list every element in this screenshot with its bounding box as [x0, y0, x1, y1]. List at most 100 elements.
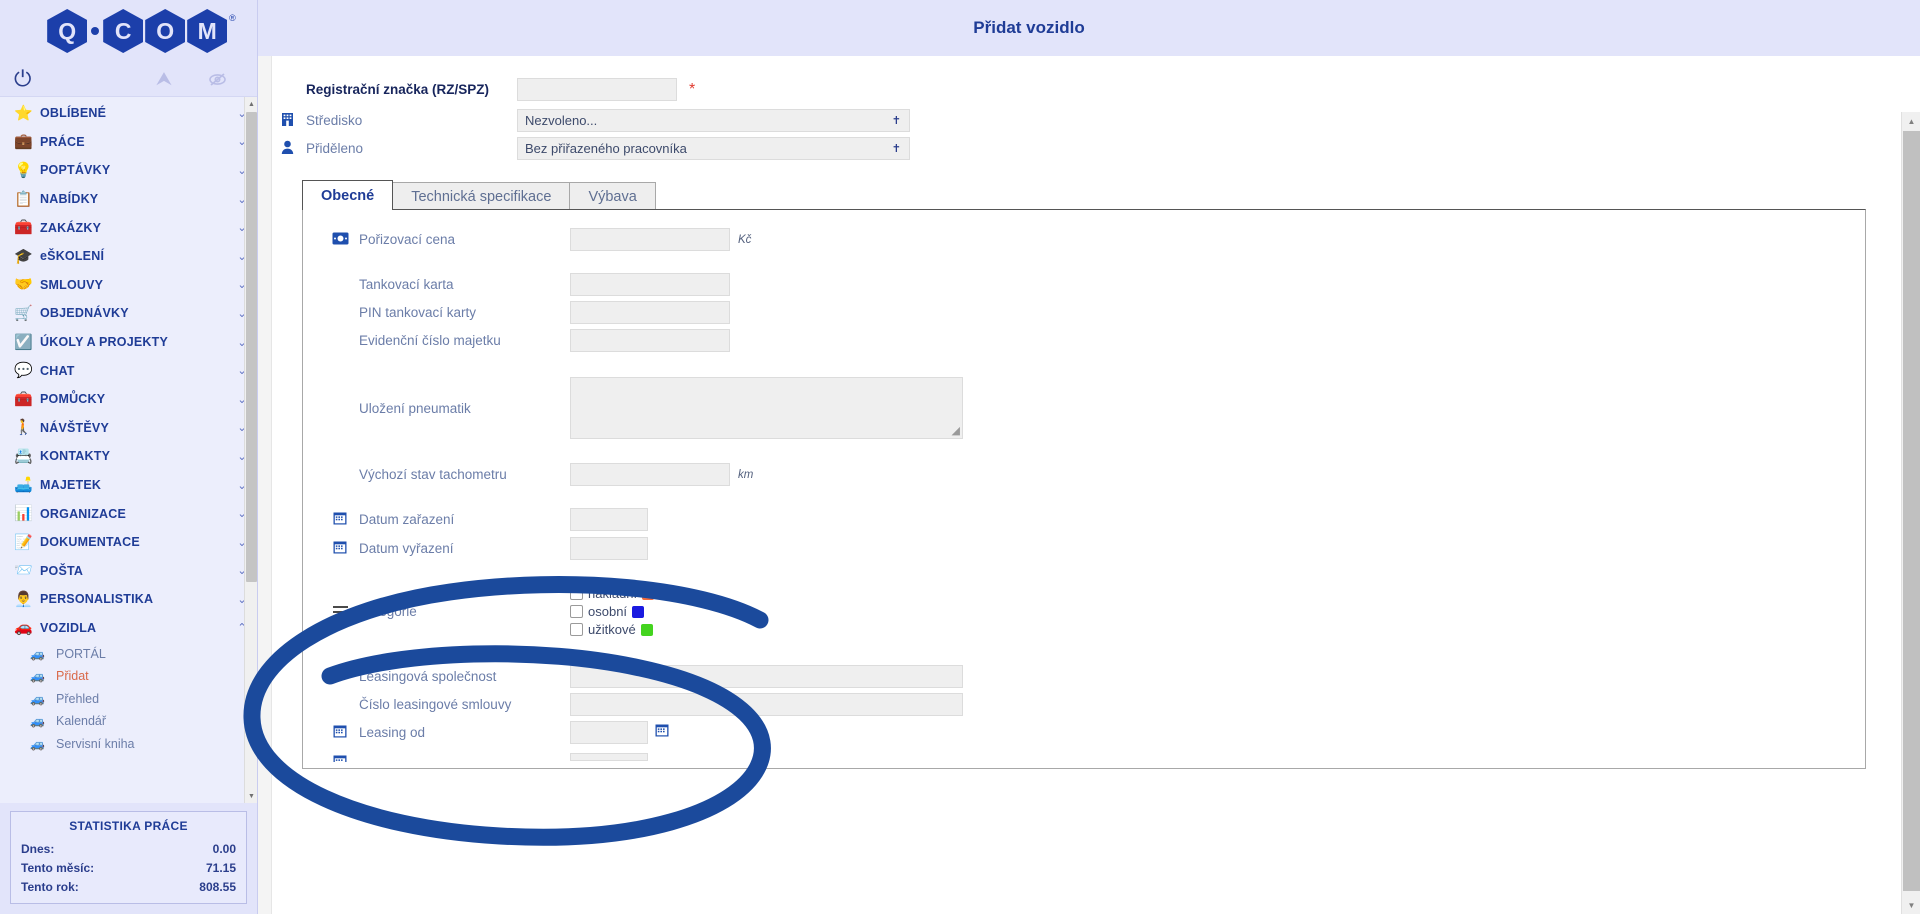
sidebar-subitem-label: Přidat — [56, 669, 89, 684]
sidebar-item-label: OBJEDNÁVKY — [40, 306, 129, 321]
registered-mark: ® — [229, 13, 236, 23]
sidebar-item--koly-a-projekty[interactable]: ☑️ ÚKOLY A PROJEKTY ⌄ — [0, 328, 257, 357]
page-scroll-thumb[interactable] — [1903, 131, 1920, 891]
sidebar-item-vozidla[interactable]: 🚗 VOZIDLA ⌃ — [0, 614, 257, 643]
kategorie-option-label: nákladní — [588, 586, 638, 601]
scroll-up-icon[interactable]: ▲ — [1902, 112, 1920, 130]
sidebar-item-smlouvy[interactable]: 🤝 SMLOUVY ⌄ — [0, 271, 257, 300]
sidebar-subitem-p-idat[interactable]: 🚙 Přidat — [0, 665, 257, 688]
sidebar-item-label: DOKUMENTACE — [40, 535, 140, 550]
sidebar-item-n-v-t-vy[interactable]: 🚶 NÁVŠTĚVY ⌄ — [0, 414, 257, 443]
kategorie-color-swatch — [640, 623, 653, 636]
tab-label: Obecné — [321, 187, 375, 204]
registration-input[interactable] — [517, 78, 677, 101]
resize-grip-icon[interactable]: ◢ — [952, 424, 960, 437]
person-icon — [272, 140, 302, 158]
field-row-leasing-od: Leasing od — [325, 721, 1865, 744]
field-row-pin-tankovaci: PIN tankovací karty — [325, 301, 1865, 324]
evidencni-cislo-input[interactable] — [570, 329, 730, 352]
sidebar-scroll-down-icon[interactable]: ▼ — [245, 789, 257, 803]
tab-technick-specifikace[interactable]: Technická specifikace — [392, 182, 571, 210]
tachometr-label: Výchozí stav tachometru — [359, 467, 507, 482]
app-logo[interactable]: Q C O M ® — [0, 0, 257, 62]
double-chevron-up-icon[interactable]: ⮝ — [138, 70, 190, 89]
sidebar-item-kontakty[interactable]: 📇 KONTAKTY ⌄ — [0, 442, 257, 471]
armchair-icon: 🛋️ — [14, 476, 33, 494]
tachometr-input[interactable] — [570, 463, 730, 486]
sidebar-item-dokumentace[interactable]: 📝 DOKUMENTACE ⌄ — [0, 528, 257, 557]
sidebar-item-label: NABÍDKY — [40, 192, 99, 207]
sidebar-item-organizace[interactable]: 📊 ORGANIZACE ⌄ — [0, 499, 257, 528]
power-icon[interactable]: ⏻ — [14, 68, 31, 90]
field-row-prideleno: Přiděleno Bez přiřazeného pracovníka ✝ — [272, 137, 1901, 160]
clipboard-icon: 📋 — [14, 190, 33, 208]
sidebar-item-obl-ben-[interactable]: ⭐ OBLÍBENÉ ⌄ — [0, 99, 257, 128]
car-icon: 🚗 — [14, 619, 33, 637]
sidebar-subitem-servisn-kniha[interactable]: 🚙 Servisní kniha — [0, 733, 257, 756]
datum-zarazeni-input[interactable] — [570, 508, 648, 531]
kategorie-checkbox-užitkové[interactable] — [570, 623, 583, 636]
datum-vyrazeni-label: Datum vyřazení — [359, 541, 454, 556]
page-scrollbar[interactable]: ▲ ▼ — [1901, 112, 1920, 914]
sidebar-item-chat[interactable]: 💬 CHAT ⌄ — [0, 356, 257, 385]
cislo-leasing-input[interactable] — [570, 693, 963, 716]
briefcase-icon: 💼 — [14, 133, 33, 151]
eye-slash-icon[interactable] — [190, 70, 245, 89]
sidebar-scrollbar[interactable]: ▲ ▼ — [244, 97, 257, 803]
sidebar-item-pr-ce[interactable]: 💼 PRÁCE ⌄ — [0, 128, 257, 157]
sidebar-subitem-port-l[interactable]: 🚙 PORTÁL — [0, 642, 257, 665]
kategorie-checkbox-osobní[interactable] — [570, 605, 583, 618]
sidebar-scroll-thumb[interactable] — [246, 112, 257, 582]
calendar-picker-icon[interactable] — [648, 723, 669, 742]
field-row-registration: Registrační značka (RZ/SPZ) * — [272, 78, 1901, 101]
field-row-porizovaci-cena: Pořizovací cena Kč — [325, 228, 1865, 251]
sidebar-menu-list: ⭐ OBLÍBENÉ ⌄ 💼 PRÁCE ⌄ 💡 POPTÁVKY ⌄ 📋 NABÍDKY ⌄ 🧰 ZAK… — [0, 97, 257, 755]
sidebar-item-pom-cky[interactable]: 🧰 POMŮCKY ⌄ — [0, 385, 257, 414]
pin-tankovaci-input[interactable] — [570, 301, 730, 324]
checkbox-task-icon: ☑️ — [14, 333, 33, 351]
sidebar-item-nab-dky[interactable]: 📋 NABÍDKY ⌄ — [0, 185, 257, 214]
main-area: Přidat vozidlo Registrační značka (RZ/SP… — [258, 0, 1920, 914]
ulozeni-pneumatik-textarea[interactable]: ◢ — [570, 377, 963, 439]
porizovaci-cena-input[interactable] — [570, 228, 730, 251]
sidebar-scroll-up-icon[interactable]: ▲ — [245, 97, 257, 111]
statistics-label: Tento měsíc: — [21, 860, 95, 875]
sidebar-item-objedn-vky[interactable]: 🛒 OBJEDNÁVKY ⌄ — [0, 299, 257, 328]
sidebar-menu-scroll[interactable]: ⭐ OBLÍBENÉ ⌄ 💼 PRÁCE ⌄ 💡 POPTÁVKY ⌄ 📋 NABÍDKY ⌄ 🧰 ZAK… — [0, 96, 257, 803]
sidebar-item-e-kolen-[interactable]: 🎓 eŠKOLENÍ ⌄ — [0, 242, 257, 271]
tankovaci-karta-input[interactable] — [570, 273, 730, 296]
leasing-od-input[interactable] — [570, 721, 648, 744]
statistics-label: Tento rok: — [21, 879, 79, 894]
sidebar-item-majetek[interactable]: 🛋️ MAJETEK ⌄ — [0, 471, 257, 500]
sidebar-toolbar: ⏻ ⮝ — [0, 62, 257, 96]
datum-vyrazeni-input[interactable] — [570, 537, 648, 560]
sidebar-item-zak-zky[interactable]: 🧰 ZAKÁZKY ⌄ — [0, 213, 257, 242]
sidebar-item-popt-vky[interactable]: 💡 POPTÁVKY ⌄ — [0, 156, 257, 185]
calendar-icon — [325, 724, 355, 741]
logo-hex-m: M — [187, 9, 228, 53]
leasing-spolecnost-input[interactable] — [570, 665, 963, 688]
kategorie-option: osobní — [570, 604, 654, 619]
tab-v-bava[interactable]: Výbava — [569, 182, 656, 210]
sidebar-subitem-label: Kalendář — [56, 714, 107, 729]
porizovaci-cena-label: Pořizovací cena — [359, 232, 456, 247]
sidebar-subitem-kalend-[interactable]: 🚙 Kalendář — [0, 710, 257, 733]
stredisko-select[interactable]: Nezvoleno... ✝ — [517, 109, 910, 132]
walking-person-icon: 🚶 — [14, 419, 33, 437]
sidebar-item-label: KONTAKTY — [40, 449, 111, 464]
sidebar-item-personalistika[interactable]: 👨‍💼 PERSONALISTIKA ⌄ — [0, 585, 257, 614]
tab-obecn-[interactable]: Obecné — [302, 180, 394, 210]
sidebar-subitem-p-ehled[interactable]: 🚙 Přehled — [0, 687, 257, 710]
leasing-do-input[interactable] — [570, 753, 648, 761]
scroll-down-icon[interactable]: ▼ — [1902, 896, 1920, 914]
tab-label: Výbava — [588, 188, 637, 205]
sidebar-item-po-ta[interactable]: 📨 POŠTA ⌄ — [0, 557, 257, 586]
tabs-container: Obecné Technická specifikace Výbava — [272, 180, 1901, 210]
prideleno-select[interactable]: Bez přiřazeného pracovníka ✝ — [517, 137, 910, 160]
kategorie-option-label: osobní — [588, 604, 628, 619]
lightbulb-icon: 💡 — [14, 161, 33, 179]
sidebar-item-label: PERSONALISTIKA — [40, 592, 154, 607]
sidebar-subitem-label: Servisní kniha — [56, 736, 135, 751]
kategorie-checkbox-nákladní[interactable] — [570, 587, 583, 600]
leasing-spolecnost-label: Leasingová společnost — [359, 669, 497, 684]
